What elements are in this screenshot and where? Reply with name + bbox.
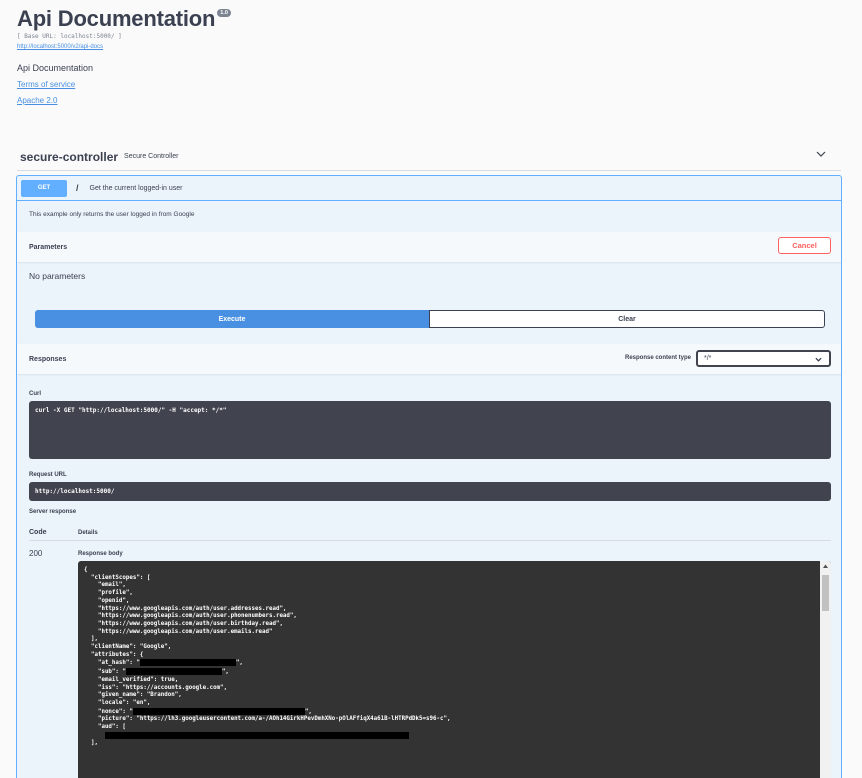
version-badge: 1.0 [217, 9, 231, 17]
base-url: [ Base URL: localhost:5000/ ] [17, 33, 122, 40]
body-line: "clientScopes": [ [84, 574, 151, 581]
chevron-down-icon [815, 357, 822, 362]
response-details: Response body { "clientScopes": [ "email… [78, 549, 831, 778]
tag-description: Secure Controller [124, 153, 179, 160]
body-line: "iss": "https://accounts.google.com", [84, 684, 228, 691]
body-line-redacted: "sub": " ", [84, 668, 229, 676]
clear-button[interactable]: Clear [429, 310, 825, 328]
request-url-label: Request URL [29, 472, 67, 478]
responses-header: Responses Response content type */* [17, 344, 841, 374]
method-badge: GET [21, 179, 67, 197]
redaction-block [132, 707, 305, 715]
body-line: "picture": "https://lh3.googleuserconten… [84, 716, 451, 723]
chevron-down-icon[interactable] [815, 148, 827, 160]
body-line: "given_name": "Brandon", [84, 692, 182, 699]
body-line: "clientName": "Google", [84, 644, 172, 651]
page-title: Api Documentation [17, 6, 216, 31]
body-line: "https://www.googleapis.com/auth/user.ad… [84, 605, 287, 612]
response-code: 200 [29, 549, 43, 558]
terms-of-service-link[interactable]: Terms of service [17, 80, 857, 90]
responses-table-header: Code Details [29, 525, 831, 541]
curl-label: Curl [29, 391, 41, 397]
no-parameters-text: No parameters [29, 271, 86, 281]
operation-block-get-root: GET / Get the current logged-in user Thi… [16, 175, 842, 778]
response-row: 200 Response body { "clientScopes": [ "e… [29, 549, 831, 778]
content-type-label: Response content type [624, 355, 691, 361]
body-line: ], [84, 740, 98, 747]
license-link[interactable]: Apache 2.0 [17, 96, 857, 106]
tag-name: secure-controller [20, 149, 119, 164]
body-line: "profile", [84, 590, 133, 597]
body-line: "https://www.googleapis.com/auth/user.em… [84, 628, 273, 635]
operation-summary[interactable]: GET / Get the current logged-in user [17, 176, 841, 201]
body-line: "email_verified": true, [84, 676, 179, 683]
body-line: "https://www.googleapis.com/auth/user.ph… [84, 613, 297, 620]
body-line: "aud": [ [84, 724, 126, 731]
tag-header-secure-controller[interactable]: secure-controller Secure Controller [17, 143, 841, 171]
api-description: Api Documentation [17, 63, 94, 73]
parameters-title: Parameters [29, 243, 68, 251]
api-info: Api Documentation 1.0 [ Base URL: localh… [17, 6, 857, 106]
responses-title: Responses [29, 355, 67, 363]
server-response-label: Server response [29, 509, 77, 515]
body-line: "attributes": { [84, 651, 144, 658]
body-line: "https://www.googleapis.com/auth/user.bi… [84, 620, 283, 627]
request-url[interactable]: http://localhost:5000/ [29, 482, 831, 501]
scroll-up-arrow-icon[interactable] [822, 563, 829, 570]
body-line-redacted [84, 731, 825, 741]
code-column-header: Code [29, 529, 47, 536]
body-line: ], [84, 636, 98, 643]
response-body-lines: { "clientScopes": [ "email", "profile", … [84, 567, 825, 748]
live-response: Curl curl -X GET "http://localhost:5000/… [17, 391, 841, 778]
redaction-block [125, 668, 222, 676]
operation-summary-text: Get the current logged-in user [89, 184, 183, 192]
response-body-scrollbar[interactable] [820, 561, 831, 778]
redaction-block [104, 731, 409, 739]
operation-path: / [76, 183, 79, 193]
api-docs-link[interactable]: http://localhost:5000/v2/api-docs [17, 43, 857, 51]
curl-command[interactable]: curl -X GET "http://localhost:5000/" -H … [29, 401, 831, 459]
execute-button[interactable]: Execute [35, 310, 429, 328]
body-line: { [84, 567, 88, 573]
scrollbar-thumb[interactable] [822, 575, 829, 611]
body-line: "email", [84, 582, 126, 589]
details-column-header: Details [78, 529, 98, 536]
body-line-redacted: "at_hash": " ", [84, 659, 243, 667]
body-line: "locale": "en", [84, 699, 151, 706]
body-line-redacted: "nonce": " ", [84, 707, 312, 715]
content-type-select[interactable]: */* [696, 350, 831, 367]
response-body-label: Response body [78, 551, 123, 557]
content-type-value: */* [704, 355, 712, 362]
operation-description: This example only returns the user logge… [29, 211, 195, 218]
body-line: "openid", [84, 597, 130, 604]
execute-wrapper: Execute Clear [35, 310, 825, 328]
cancel-button[interactable]: Cancel [778, 237, 831, 254]
redaction-block [139, 659, 236, 667]
parameters-header: Parameters Cancel [17, 232, 841, 262]
response-body[interactable]: { "clientScopes": [ "email", "profile", … [78, 561, 831, 778]
